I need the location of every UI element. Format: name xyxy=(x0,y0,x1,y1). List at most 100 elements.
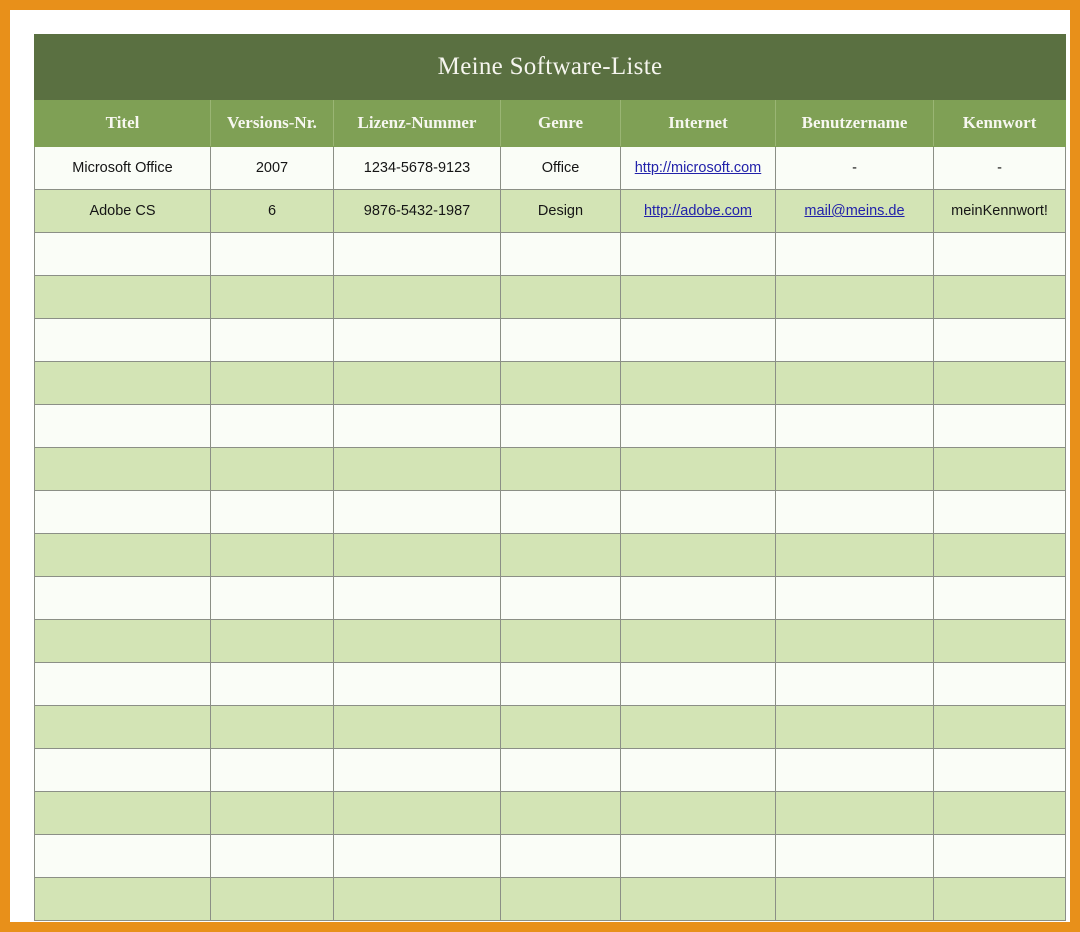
column-header-kennwort[interactable]: Kennwort xyxy=(932,99,1067,147)
cell-benutzername[interactable] xyxy=(775,275,934,319)
cell-kennwort[interactable] xyxy=(932,748,1067,792)
cell-benutzername[interactable] xyxy=(775,619,934,663)
cell-kennwort[interactable]: meinKennwort! xyxy=(932,189,1067,233)
cell-genre[interactable] xyxy=(500,619,621,663)
cell-version[interactable] xyxy=(210,361,334,405)
cell-lizenz[interactable] xyxy=(333,490,501,534)
cell-internet[interactable] xyxy=(620,318,776,362)
cell-benutzername[interactable] xyxy=(775,490,934,534)
cell-lizenz[interactable] xyxy=(333,791,501,835)
cell-genre[interactable] xyxy=(500,791,621,835)
cell-internet[interactable]: http://adobe.com xyxy=(620,189,776,233)
cell-benutzername[interactable] xyxy=(775,447,934,491)
cell-internet[interactable] xyxy=(620,447,776,491)
cell-lizenz[interactable] xyxy=(333,834,501,878)
cell-titel[interactable] xyxy=(34,275,211,319)
cell-lizenz[interactable]: 1234-5678-9123 xyxy=(333,146,501,190)
cell-kennwort[interactable] xyxy=(932,877,1067,921)
cell-lizenz[interactable] xyxy=(333,533,501,577)
cell-titel[interactable] xyxy=(34,361,211,405)
cell-titel[interactable] xyxy=(34,662,211,706)
cell-lizenz[interactable] xyxy=(333,705,501,749)
cell-kennwort[interactable] xyxy=(932,361,1067,405)
cell-lizenz[interactable] xyxy=(333,318,501,362)
cell-version[interactable] xyxy=(210,877,334,921)
cell-titel[interactable] xyxy=(34,834,211,878)
column-header-genre[interactable]: Genre xyxy=(500,99,621,147)
cell-genre[interactable] xyxy=(500,576,621,620)
column-header-internet[interactable]: Internet xyxy=(620,99,776,147)
cell-lizenz[interactable] xyxy=(333,576,501,620)
cell-benutzername[interactable] xyxy=(775,877,934,921)
cell-genre[interactable] xyxy=(500,705,621,749)
cell-kennwort[interactable] xyxy=(932,490,1067,534)
cell-lizenz[interactable] xyxy=(333,662,501,706)
cell-version[interactable] xyxy=(210,662,334,706)
cell-internet[interactable] xyxy=(620,834,776,878)
cell-lizenz[interactable]: 9876-5432-1987 xyxy=(333,189,501,233)
cell-version[interactable] xyxy=(210,318,334,362)
column-header-titel[interactable]: Titel xyxy=(34,99,211,147)
cell-benutzername[interactable] xyxy=(775,318,934,362)
column-header-benutzername[interactable]: Benutzername xyxy=(775,99,934,147)
cell-internet[interactable] xyxy=(620,404,776,448)
cell-benutzername[interactable] xyxy=(775,662,934,706)
cell-internet[interactable] xyxy=(620,275,776,319)
cell-titel[interactable] xyxy=(34,791,211,835)
cell-benutzername[interactable] xyxy=(775,705,934,749)
cell-kennwort[interactable] xyxy=(932,533,1067,577)
cell-internet[interactable] xyxy=(620,791,776,835)
cell-genre[interactable]: Design xyxy=(500,189,621,233)
link-internet[interactable]: http://microsoft.com xyxy=(635,160,762,176)
cell-genre[interactable] xyxy=(500,318,621,362)
cell-internet[interactable] xyxy=(620,533,776,577)
cell-version[interactable]: 6 xyxy=(210,189,334,233)
cell-internet[interactable] xyxy=(620,619,776,663)
cell-internet[interactable] xyxy=(620,662,776,706)
cell-genre[interactable] xyxy=(500,748,621,792)
cell-benutzername[interactable] xyxy=(775,834,934,878)
cell-version[interactable] xyxy=(210,705,334,749)
cell-internet[interactable] xyxy=(620,361,776,405)
cell-kennwort[interactable] xyxy=(932,232,1067,276)
cell-benutzername[interactable] xyxy=(775,791,934,835)
cell-genre[interactable] xyxy=(500,404,621,448)
cell-titel[interactable] xyxy=(34,447,211,491)
cell-titel[interactable] xyxy=(34,576,211,620)
cell-titel[interactable] xyxy=(34,318,211,362)
link-benutzername[interactable]: mail@meins.de xyxy=(804,203,904,219)
cell-benutzername[interactable]: - xyxy=(775,146,934,190)
cell-titel[interactable]: Adobe CS xyxy=(34,189,211,233)
cell-titel[interactable] xyxy=(34,877,211,921)
cell-internet[interactable] xyxy=(620,877,776,921)
cell-titel[interactable] xyxy=(34,490,211,534)
cell-titel[interactable]: Microsoft Office xyxy=(34,146,211,190)
cell-version[interactable] xyxy=(210,490,334,534)
cell-lizenz[interactable] xyxy=(333,275,501,319)
cell-genre[interactable] xyxy=(500,447,621,491)
cell-genre[interactable] xyxy=(500,232,621,276)
cell-lizenz[interactable] xyxy=(333,232,501,276)
cell-titel[interactable] xyxy=(34,748,211,792)
cell-internet[interactable] xyxy=(620,705,776,749)
cell-lizenz[interactable] xyxy=(333,447,501,491)
cell-version[interactable] xyxy=(210,576,334,620)
cell-genre[interactable] xyxy=(500,533,621,577)
cell-internet[interactable] xyxy=(620,748,776,792)
cell-version[interactable] xyxy=(210,232,334,276)
cell-titel[interactable] xyxy=(34,404,211,448)
cell-version[interactable] xyxy=(210,275,334,319)
cell-kennwort[interactable] xyxy=(932,404,1067,448)
cell-lizenz[interactable] xyxy=(333,748,501,792)
cell-titel[interactable] xyxy=(34,619,211,663)
cell-version[interactable] xyxy=(210,404,334,448)
cell-titel[interactable] xyxy=(34,232,211,276)
cell-version[interactable] xyxy=(210,748,334,792)
cell-kennwort[interactable] xyxy=(932,834,1067,878)
cell-lizenz[interactable] xyxy=(333,361,501,405)
cell-internet[interactable] xyxy=(620,490,776,534)
cell-kennwort[interactable] xyxy=(932,791,1067,835)
cell-benutzername[interactable] xyxy=(775,404,934,448)
cell-version[interactable] xyxy=(210,533,334,577)
cell-benutzername[interactable]: mail@meins.de xyxy=(775,189,934,233)
